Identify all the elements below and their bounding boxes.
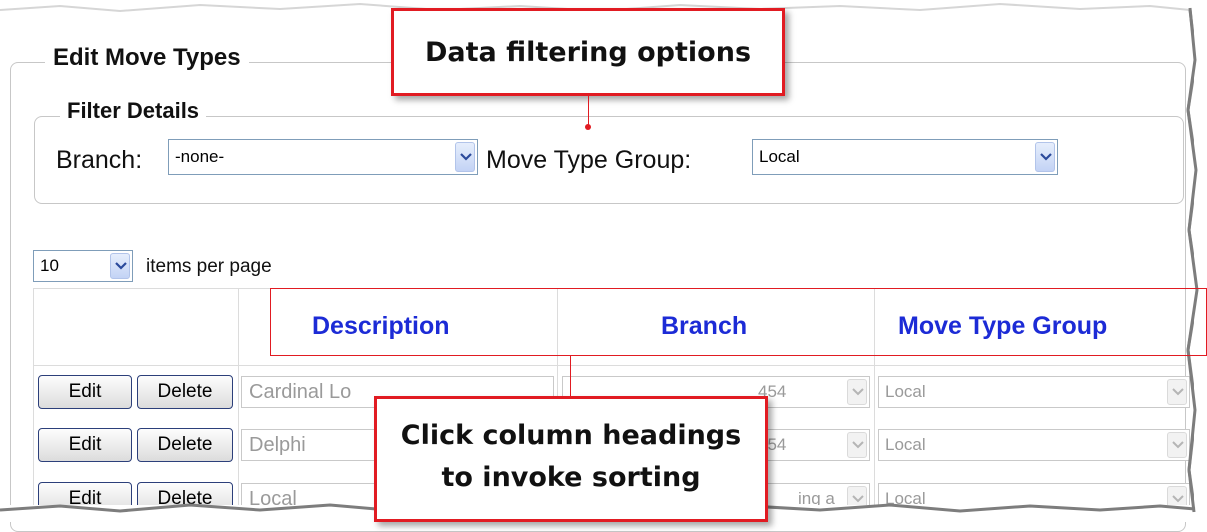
branch-select[interactable]: -none- [168, 139, 478, 175]
delete-button[interactable]: Delete [137, 428, 233, 462]
column-headers-highlight [270, 288, 1207, 356]
edit-button[interactable]: Edit [38, 375, 132, 409]
branch-label: Branch: [56, 146, 143, 174]
grid-column-divider [238, 288, 239, 518]
move-type-group-select[interactable]: Local [752, 139, 1058, 175]
chevron-down-icon[interactable] [847, 432, 867, 458]
move-type-group-cell-value: Local [885, 435, 926, 454]
callout-connector [570, 356, 571, 396]
branch-select-value: -none- [175, 147, 225, 166]
chevron-down-icon[interactable] [455, 142, 475, 172]
screenshot-page: Edit Move Types Filter Details Branch: -… [0, 0, 1207, 532]
torn-right-edge [1186, 7, 1199, 513]
page-size-value: 10 [40, 256, 59, 275]
chevron-down-icon[interactable] [110, 253, 130, 279]
move-type-group-cell-value: Local [885, 382, 926, 401]
grid-header-border [33, 365, 1185, 366]
callout-column-sorting-line1: Click column headings [400, 420, 742, 451]
move-type-group-select-value: Local [759, 147, 800, 166]
callout-data-filtering-text: Data filtering options [424, 37, 752, 68]
callout-data-filtering: Data filtering options [391, 8, 785, 96]
filter-details-title: Filter Details [60, 98, 207, 124]
move-type-group-cell-select[interactable]: Local [878, 376, 1190, 408]
callout-connector [588, 96, 589, 126]
chevron-down-icon[interactable] [1035, 142, 1055, 172]
delete-button[interactable]: Delete [137, 375, 233, 409]
chevron-down-icon[interactable] [847, 379, 867, 405]
grid-left-border [33, 288, 34, 518]
panel-title: Edit Move Types [45, 44, 249, 72]
callout-column-sorting-line2: to invoke sorting [441, 462, 701, 493]
callout-column-sorting: Click column headings to invoke sorting [374, 396, 768, 522]
move-type-group-cell-select[interactable]: Local [878, 429, 1190, 461]
items-per-page-label: items per page [146, 256, 272, 277]
edit-button[interactable]: Edit [38, 428, 132, 462]
callout-connector-dot [585, 124, 591, 130]
move-type-group-label: Move Type Group: [486, 146, 692, 174]
page-size-select[interactable]: 10 [33, 250, 133, 282]
